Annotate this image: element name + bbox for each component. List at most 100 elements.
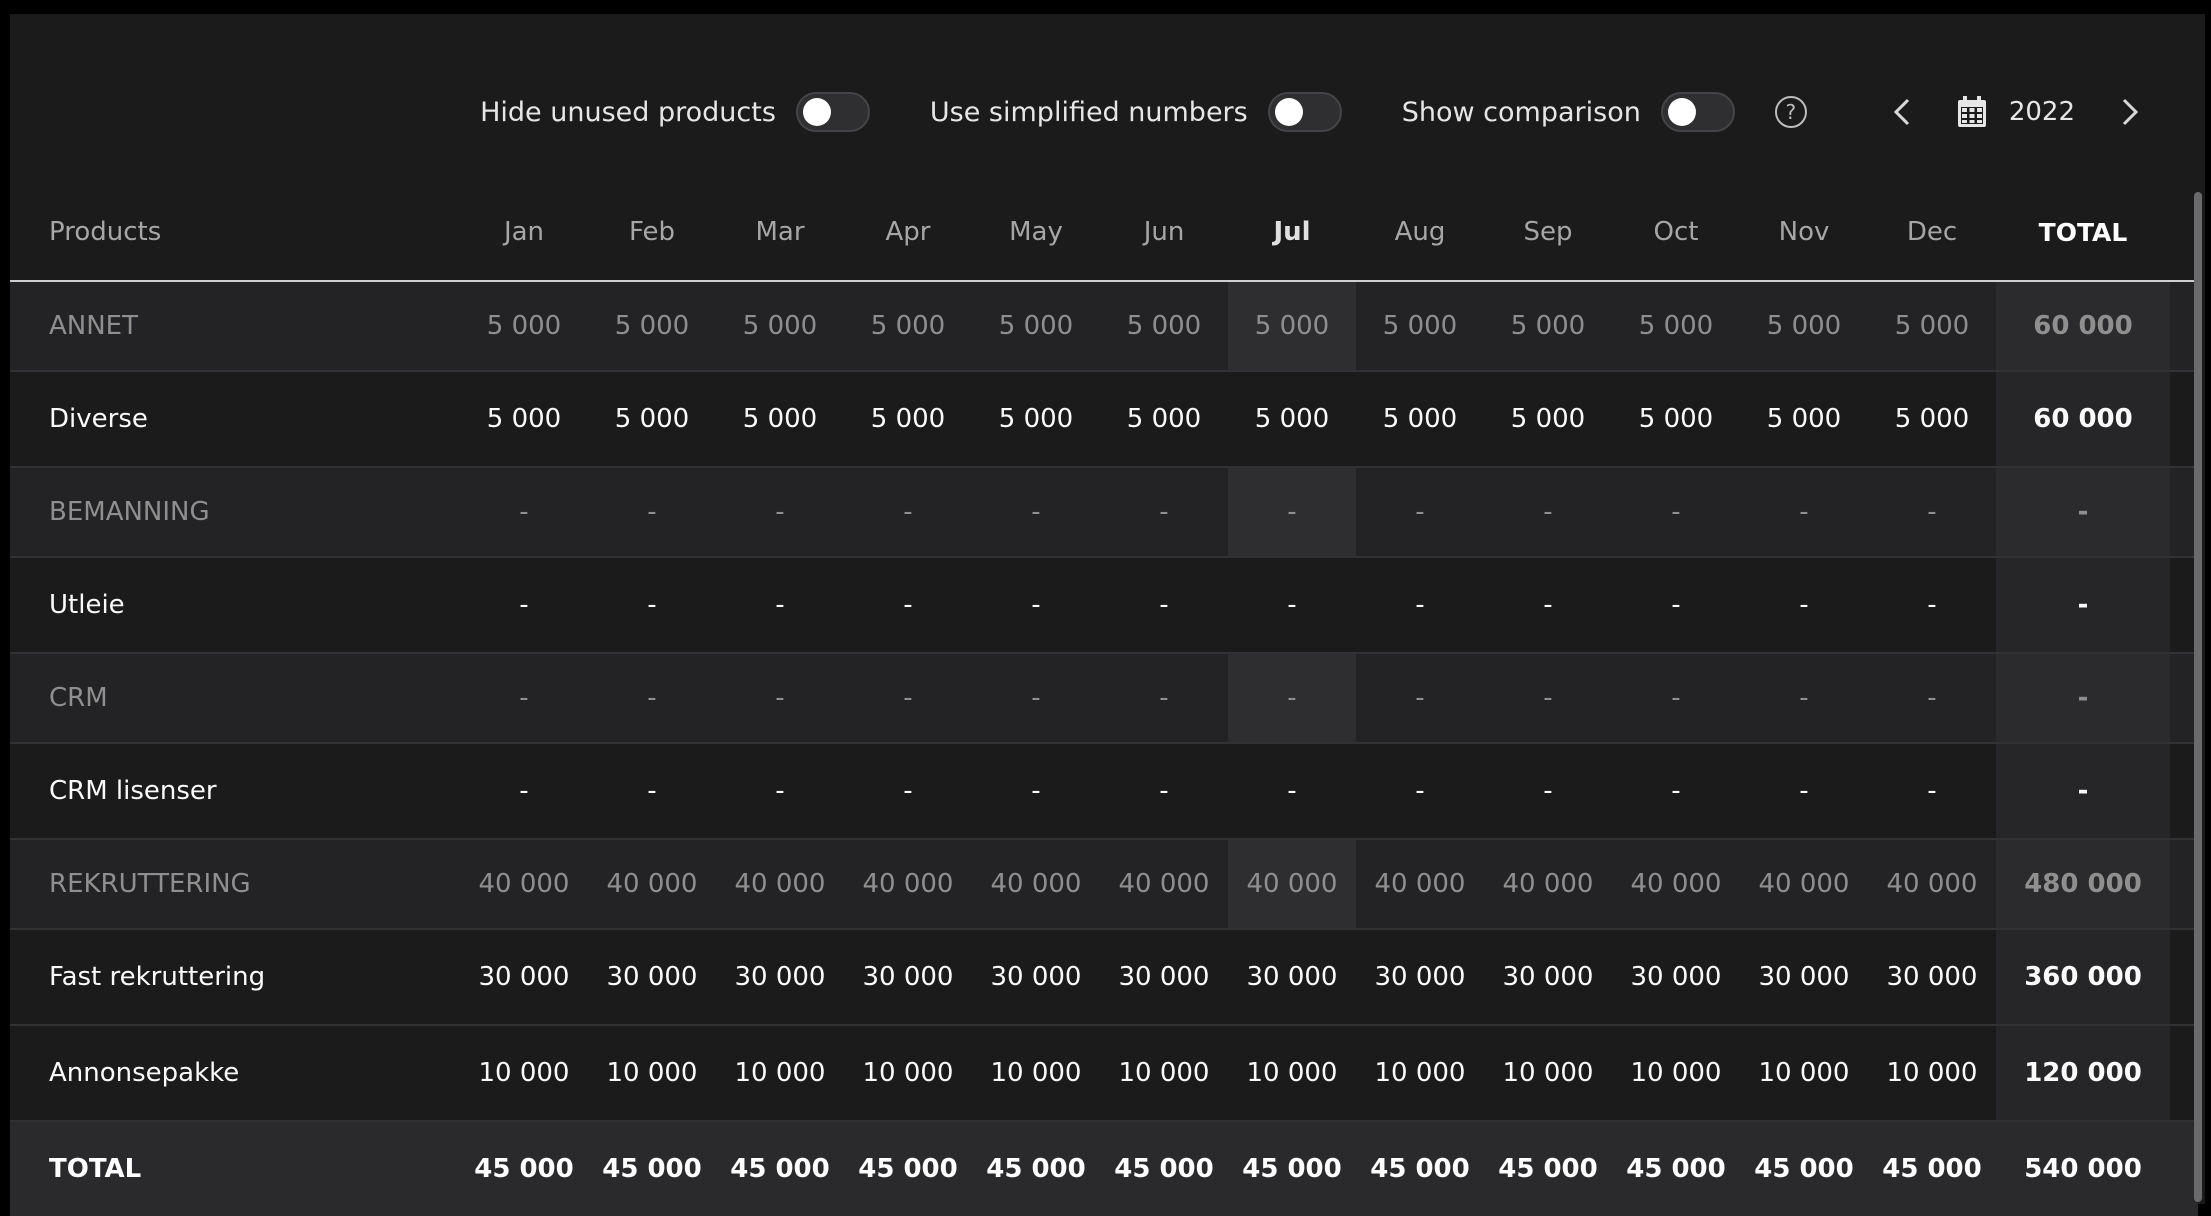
product-row[interactable]: CRM lisenser - - - - - - - - - - - - -	[10, 744, 2198, 840]
cell-value: 10 000	[1374, 1058, 1466, 1088]
cell-value: 5 000	[742, 311, 818, 341]
cell-value: -	[1415, 497, 1425, 527]
toggle-switch[interactable]	[1267, 92, 1342, 132]
toggle-label: Hide unused products	[480, 96, 776, 128]
row-name: BEMANNING	[49, 497, 210, 527]
cell-value: 30 000	[1630, 962, 1722, 992]
cell-value: 40 000	[1228, 840, 1356, 928]
total-row[interactable]: TOTAL 45 000 45 000 45 000 45 000 45 000 45 00…	[10, 1122, 2198, 1216]
cell-value: 40 000	[862, 869, 954, 899]
scrollbar[interactable]	[2194, 192, 2202, 1202]
cell-value: -	[1031, 497, 1041, 527]
row-total: 60 000	[1996, 282, 2170, 370]
group-row[interactable]: ANNET 5 000 5 000 5 000 5 000 5 000 5 000 5 000…	[10, 282, 2198, 372]
toggle-knob	[1667, 98, 1696, 126]
cell-value: -	[519, 776, 529, 806]
cell-value: 5 000	[1382, 404, 1458, 434]
cell-value: -	[903, 776, 913, 806]
cell-value: 40 000	[1502, 869, 1594, 899]
row-total: -	[1996, 558, 2170, 652]
cell-value: 5 000	[1638, 311, 1714, 341]
cell-value: 40 000	[990, 869, 1082, 899]
cell-value: 5 000	[1638, 404, 1714, 434]
row-name: Fast rekruttering	[49, 962, 266, 992]
group-row[interactable]: REKRUTTERING 40 000 40 000 40 000 40 000 40 0…	[10, 840, 2198, 930]
cell-value: 5 000	[742, 404, 818, 434]
chevron-right-icon[interactable]	[2115, 92, 2145, 132]
cell-value: -	[903, 590, 913, 620]
cell-value: -	[1415, 776, 1425, 806]
toggle-show-comparison[interactable]: Show comparison	[1402, 92, 1735, 132]
cell-value: -	[1287, 776, 1297, 806]
cell-value: -	[1543, 590, 1553, 620]
calendar-icon[interactable]	[1957, 96, 1987, 128]
row-name: CRM lisenser	[49, 776, 217, 806]
cell-value: -	[1159, 497, 1169, 527]
cell-value: -	[1031, 776, 1041, 806]
cell-value: -	[1543, 497, 1553, 527]
cell-value: 5 000	[1510, 311, 1586, 341]
cell-value: 30 000	[734, 962, 826, 992]
product-row[interactable]: Utleie - - - - - - - - - - - - -	[10, 558, 2198, 654]
cell-value: 30 000	[1502, 962, 1594, 992]
header-month: Sep	[1523, 217, 1573, 247]
group-row[interactable]: CRM - - - - - - - - - - - - -	[10, 654, 2198, 744]
cell-value: 5 000	[998, 311, 1074, 341]
cell-value: 30 000	[1758, 962, 1850, 992]
cell-value: -	[1671, 683, 1681, 713]
row-total: 360 000	[1996, 930, 2170, 1024]
row-total: 480 000	[1996, 840, 2170, 928]
row-total: 540 000	[1996, 1122, 2170, 1216]
cell-value: 45 000	[1242, 1154, 1342, 1184]
cell-value: -	[519, 590, 529, 620]
cell-value: -	[1671, 776, 1681, 806]
cell-value: 40 000	[1118, 869, 1210, 899]
toolbar: Hide unused products Use simplified numb…	[10, 72, 2205, 152]
cell-value: 5 000	[1894, 404, 1970, 434]
cell-value: -	[1927, 497, 1937, 527]
cell-value: 10 000	[478, 1058, 570, 1088]
product-row[interactable]: Diverse 5 000 5 000 5 000 5 000 5 000 5 000 5 0…	[10, 372, 2198, 468]
cell-value: 5 000	[1126, 404, 1202, 434]
toggle-hide-unused[interactable]: Hide unused products	[480, 92, 870, 132]
help-icon[interactable]: ?	[1774, 96, 1807, 128]
toggle-switch[interactable]	[795, 92, 870, 132]
cell-value: 10 000	[862, 1058, 954, 1088]
cell-value: -	[775, 590, 785, 620]
row-total: -	[1996, 468, 2170, 556]
budget-table: Products Jan Feb Mar Apr May Jun Jul Aug Sep Oct N…	[10, 184, 2198, 1216]
cell-value: 30 000	[1118, 962, 1210, 992]
header-month: Apr	[885, 217, 931, 247]
header-month: Aug	[1394, 217, 1446, 247]
cell-value: 45 000	[474, 1154, 574, 1184]
row-total: 120 000	[1996, 1026, 2170, 1120]
cell-value: -	[1799, 683, 1809, 713]
toggle-label: Show comparison	[1401, 96, 1641, 128]
cell-value: 5 000	[1228, 282, 1356, 370]
cell-value: -	[775, 497, 785, 527]
product-row[interactable]: Fast rekruttering 30 000 30 000 30 000 30 00…	[10, 930, 2198, 1026]
product-row[interactable]: Annonsepakke 10 000 10 000 10 000 10 000 10 0…	[10, 1026, 2198, 1122]
cell-value: -	[1927, 590, 1937, 620]
row-total: 60 000	[1996, 372, 2170, 466]
header-month: Oct	[1653, 217, 1699, 247]
cell-value: 45 000	[1626, 1154, 1726, 1184]
cell-value: -	[1671, 497, 1681, 527]
cell-value: 10 000	[1758, 1058, 1850, 1088]
cell-value: 40 000	[1374, 869, 1466, 899]
header-month: Jul	[1273, 217, 1311, 247]
row-name: CRM	[49, 683, 108, 713]
toggle-switch[interactable]	[1660, 92, 1735, 132]
group-row[interactable]: BEMANNING - - - - - - - - - - - - -	[10, 468, 2198, 558]
toggle-knob	[802, 98, 831, 126]
chevron-left-icon[interactable]	[1887, 92, 1917, 132]
cell-value: -	[1799, 776, 1809, 806]
toggle-simplified-numbers[interactable]: Use simplified numbers	[930, 92, 1342, 132]
cell-value: 10 000	[1886, 1058, 1978, 1088]
cell-value: 40 000	[606, 869, 698, 899]
header-month: Nov	[1778, 217, 1830, 247]
cell-value: 40 000	[1630, 869, 1722, 899]
cell-value: 5 000	[1126, 311, 1202, 341]
header-products: Products	[49, 217, 162, 247]
cell-value: -	[647, 776, 657, 806]
